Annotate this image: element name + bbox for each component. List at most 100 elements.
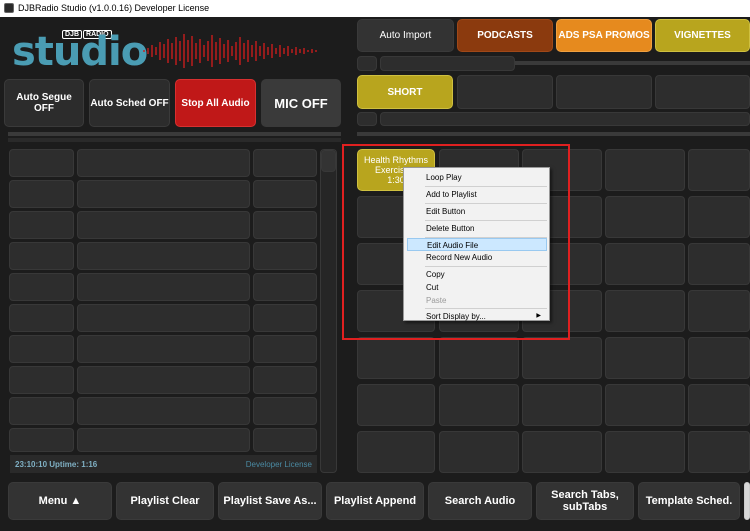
menu-button[interactable]: Menu ▲ xyxy=(8,482,112,520)
playlist-cell[interactable] xyxy=(77,366,250,394)
search-tabs-button[interactable]: Search Tabs, subTabs xyxy=(536,482,634,520)
subtab-empty[interactable] xyxy=(556,75,652,109)
playlist-cell[interactable] xyxy=(77,397,250,425)
playlist-cell[interactable] xyxy=(77,428,250,452)
menu-item-delete-button[interactable]: Delete Button xyxy=(407,222,547,235)
subtab-short[interactable]: SHORT xyxy=(357,75,453,109)
cart-button[interactable] xyxy=(605,431,685,473)
playlist-cell[interactable] xyxy=(77,335,250,363)
playlist-append-button[interactable]: Playlist Append xyxy=(326,482,424,520)
cart-button[interactable] xyxy=(522,384,602,426)
playlist-cell[interactable] xyxy=(9,180,74,208)
submenu-arrow-icon: ▶ xyxy=(536,313,541,319)
cart-button[interactable] xyxy=(357,431,435,473)
cart-button[interactable] xyxy=(688,196,750,238)
subtab-empty[interactable] xyxy=(457,75,553,109)
subtab-strip[interactable] xyxy=(380,112,750,126)
menu-item-edit-button[interactable]: Edit Button xyxy=(407,205,547,218)
cart-button[interactable] xyxy=(439,337,519,379)
cart-button[interactable] xyxy=(605,337,685,379)
template-sched-button[interactable]: Template Sched. xyxy=(638,482,740,520)
playlist-cell[interactable] xyxy=(9,397,74,425)
cart-button[interactable] xyxy=(688,243,750,285)
cart-button[interactable] xyxy=(688,431,750,473)
playlist-save-as-button[interactable]: Playlist Save As... xyxy=(218,482,322,520)
playlist-cell[interactable] xyxy=(77,304,250,332)
playlist-cell[interactable] xyxy=(77,242,250,270)
left-divider-2 xyxy=(8,138,341,142)
window-title: DJBRadio Studio (v1.0.0.16) Developer Li… xyxy=(18,3,210,13)
menu-item-edit-audio-file[interactable]: Edit Audio File xyxy=(407,238,547,251)
subtab-empty[interactable] xyxy=(655,75,750,109)
cart-button[interactable] xyxy=(439,384,519,426)
menu-item-loop-play[interactable]: Loop Play xyxy=(407,171,547,184)
tab-podcasts[interactable]: PODCASTS xyxy=(457,19,553,52)
tab-ads-psa-promos[interactable]: ADS PSA PROMOS xyxy=(556,19,652,52)
playlist-cell[interactable] xyxy=(9,428,74,452)
menu-item-sort-label: Sort Display by... xyxy=(426,312,486,321)
cart-button[interactable] xyxy=(522,337,602,379)
playlist-cell[interactable] xyxy=(9,242,74,270)
menu-item-copy[interactable]: Copy xyxy=(407,268,547,281)
playlist-cell[interactable] xyxy=(253,180,317,208)
menu-item-cut[interactable]: Cut xyxy=(407,281,547,294)
auto-import-button[interactable]: Auto Import xyxy=(357,19,454,52)
cart-button[interactable] xyxy=(688,337,750,379)
cart-button[interactable] xyxy=(605,196,685,238)
menu-item-sort-display-by[interactable]: Sort Display by... ▶ xyxy=(407,310,547,323)
menu-separator xyxy=(425,220,547,221)
playlist-cell[interactable] xyxy=(9,335,74,363)
cart-button[interactable] xyxy=(605,290,685,332)
tab-vignettes[interactable]: VIGNETTES xyxy=(655,19,750,52)
playlist-cell[interactable] xyxy=(253,397,317,425)
playlist-scrollbar[interactable] xyxy=(320,149,337,473)
right-divider xyxy=(357,132,750,136)
playlist-clear-button[interactable]: Playlist Clear xyxy=(116,482,214,520)
playlist-cell[interactable] xyxy=(253,366,317,394)
playlist-cell[interactable] xyxy=(253,273,317,301)
search-audio-button[interactable]: Search Audio xyxy=(428,482,532,520)
auto-segue-button[interactable]: Auto Segue OFF xyxy=(4,79,84,127)
cart-button[interactable] xyxy=(357,337,435,379)
bottom-partial-button[interactable] xyxy=(744,482,750,520)
app-main: DJB RADIO studio Auto Segue OFF Auto Sche… xyxy=(0,17,750,531)
status-bar: 23:10:10 Uptime: 1:16 Developer License xyxy=(10,455,317,473)
menu-item-add-to-playlist[interactable]: Add to Playlist xyxy=(407,188,547,201)
playlist-cell[interactable] xyxy=(77,211,250,239)
playlist-cell[interactable] xyxy=(9,149,74,177)
playlist-cell[interactable] xyxy=(253,211,317,239)
cart-button[interactable] xyxy=(522,431,602,473)
cart-button[interactable] xyxy=(688,290,750,332)
playlist-cell[interactable] xyxy=(77,149,250,177)
playlist-cell[interactable] xyxy=(253,242,317,270)
cart-button[interactable] xyxy=(439,431,519,473)
playlist-cell[interactable] xyxy=(253,335,317,363)
playlist-cell[interactable] xyxy=(77,180,250,208)
subtab-strip[interactable] xyxy=(357,112,377,126)
context-menu: Loop Play Add to Playlist Edit Button De… xyxy=(403,167,550,321)
menu-item-record-new-audio[interactable]: Record New Audio xyxy=(407,251,547,264)
playlist-cell[interactable] xyxy=(253,304,317,332)
subtab-strip[interactable] xyxy=(357,56,377,71)
playlist-cell[interactable] xyxy=(9,273,74,301)
menu-separator xyxy=(425,203,547,204)
cart-button[interactable] xyxy=(605,384,685,426)
playlist-scrollbar-thumb[interactable] xyxy=(321,150,336,172)
title-bar: DJBRadio Studio (v1.0.0.16) Developer Li… xyxy=(0,0,750,17)
playlist-cell[interactable] xyxy=(253,428,317,452)
subtab-divider xyxy=(515,61,750,65)
mic-toggle-button[interactable]: MIC OFF xyxy=(261,79,341,127)
playlist-cell[interactable] xyxy=(9,304,74,332)
playlist-cell[interactable] xyxy=(9,366,74,394)
playlist-cell[interactable] xyxy=(253,149,317,177)
subtab-strip[interactable] xyxy=(380,56,515,71)
playlist-cell[interactable] xyxy=(77,273,250,301)
cart-button[interactable] xyxy=(688,384,750,426)
cart-button[interactable] xyxy=(688,149,750,191)
cart-button[interactable] xyxy=(605,243,685,285)
cart-button[interactable] xyxy=(357,384,435,426)
playlist-cell[interactable] xyxy=(9,211,74,239)
stop-all-audio-button[interactable]: Stop All Audio xyxy=(175,79,256,127)
auto-sched-button[interactable]: Auto Sched OFF xyxy=(89,79,170,127)
cart-button[interactable] xyxy=(605,149,685,191)
